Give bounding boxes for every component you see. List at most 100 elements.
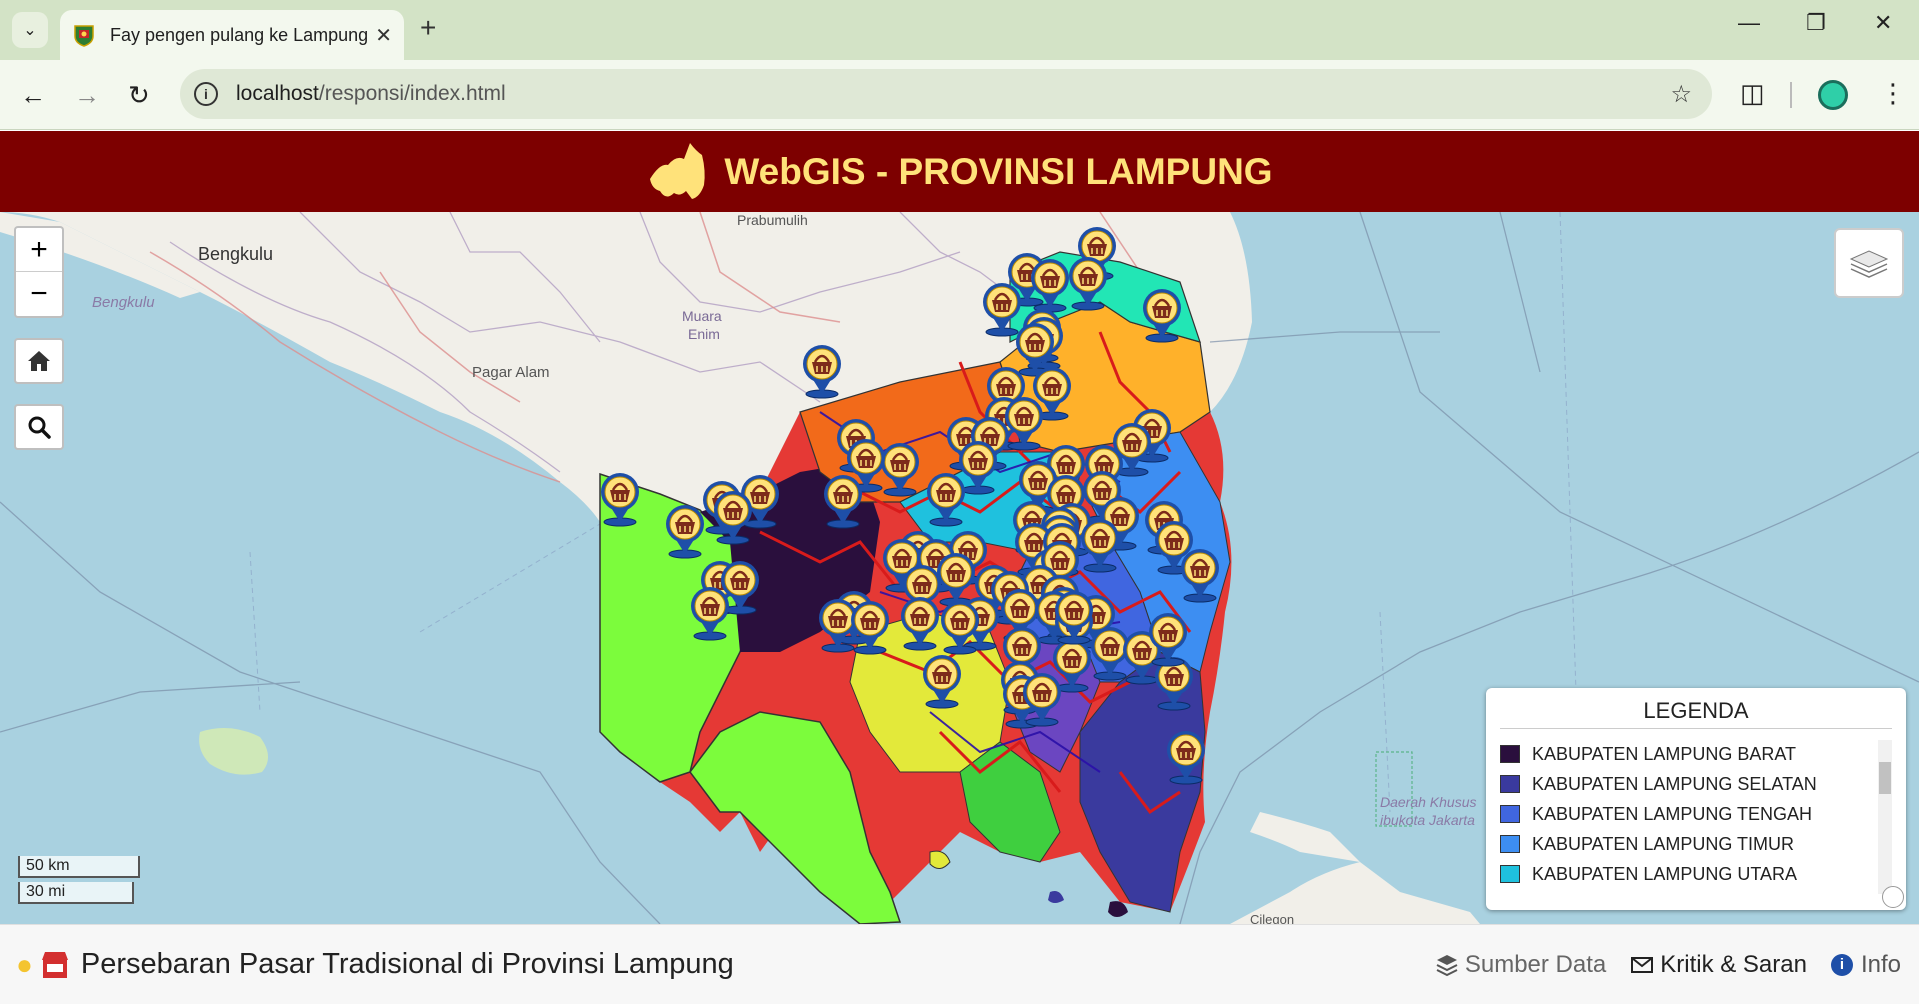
store-icon bbox=[41, 951, 68, 978]
market-marker-icon[interactable] bbox=[920, 652, 964, 710]
forward-button[interactable]: → bbox=[74, 80, 100, 111]
kritik-saran-link[interactable]: Kritik & Saran bbox=[1630, 951, 1807, 979]
more-menu-icon[interactable]: ⋮ bbox=[1880, 78, 1906, 109]
kritik-saran-label: Kritik & Saran bbox=[1660, 950, 1807, 978]
legend-swatch bbox=[1500, 745, 1520, 763]
home-icon bbox=[28, 351, 50, 371]
legend-item: KABUPATEN LAMPUNG UTARA bbox=[1500, 859, 1892, 889]
market-marker-icon[interactable] bbox=[848, 598, 892, 656]
url-text: localhost/responsi/index.html bbox=[236, 82, 506, 105]
footer-title: Persebaran Pasar Tradisional di Provinsi… bbox=[80, 948, 734, 980]
legend-item: KABUPATEN LAMPUNG TENGAH bbox=[1500, 799, 1892, 829]
market-marker-icon[interactable] bbox=[938, 598, 982, 656]
map-label-prabumulih: Prabumulih bbox=[737, 212, 808, 228]
extensions-icon[interactable]: ◫ bbox=[1740, 78, 1765, 109]
back-button[interactable]: ← bbox=[20, 80, 46, 111]
market-marker-icon[interactable] bbox=[1066, 254, 1110, 312]
lampung-emblem-icon bbox=[74, 25, 94, 47]
map-label-cilegon: Cilegon bbox=[1250, 912, 1295, 924]
map-label-bengkulu-city: Bengkulu bbox=[198, 244, 274, 264]
map-viewport[interactable]: Bengkulu Bengkulu Prabumulih Muara Enim … bbox=[0, 212, 1919, 924]
toolbar-divider bbox=[1790, 82, 1792, 108]
market-marker-icon[interactable] bbox=[924, 470, 968, 528]
sumber-data-label: Sumber Data bbox=[1464, 950, 1607, 978]
market-marker-icon[interactable] bbox=[1164, 728, 1208, 786]
legend-swatch bbox=[1500, 835, 1520, 853]
map-label-daerah-khusus-2: ibukota Jakarta bbox=[1380, 812, 1475, 828]
map-label-muara-enim-2: Enim bbox=[688, 326, 720, 342]
sumber-data-link[interactable]: Sumber Data bbox=[1435, 951, 1606, 979]
info-link[interactable]: i Info bbox=[1830, 950, 1901, 979]
market-marker-icon[interactable] bbox=[688, 584, 732, 642]
info-label: Info bbox=[1860, 950, 1901, 978]
map-label-pagar-alam: Pagar Alam bbox=[472, 364, 550, 381]
browser-tab[interactable]: Fay pengen pulang ke Lampung ✕ bbox=[60, 10, 404, 60]
market-marker-icon[interactable] bbox=[1052, 588, 1096, 646]
legend-swatch bbox=[1500, 775, 1520, 793]
market-marker-icon[interactable] bbox=[800, 342, 844, 400]
app-title: WebGIS - PROVINSI LAMPUNG bbox=[724, 150, 1273, 192]
legend-item: KABUPATEN LAMPUNG BARAT bbox=[1500, 739, 1892, 769]
address-bar[interactable]: i localhost/responsi/index.html ☆ bbox=[180, 69, 1712, 119]
market-marker-icon[interactable] bbox=[821, 472, 865, 530]
legend-item-label: KABUPATEN LAMPUNG SELATAN bbox=[1532, 773, 1817, 794]
legend-item-label: KABUPATEN LAMPUNG TIMUR bbox=[1532, 833, 1795, 854]
info-icon: i bbox=[1830, 953, 1853, 976]
market-marker-icon[interactable] bbox=[598, 470, 642, 528]
market-marker-icon[interactable] bbox=[1078, 516, 1122, 574]
legend-swatch bbox=[1500, 865, 1520, 883]
close-icon[interactable]: ✕ bbox=[375, 23, 392, 48]
legend-swatch bbox=[1500, 805, 1520, 823]
browser-toolbar: ← → ↻ i localhost/responsi/index.html ☆ … bbox=[0, 60, 1919, 130]
app-header: WebGIS - PROVINSI LAMPUNG bbox=[0, 131, 1919, 212]
market-marker-icon[interactable] bbox=[1146, 610, 1190, 668]
tab-search-button[interactable]: ⌄ bbox=[12, 12, 48, 48]
bookmark-star-icon[interactable]: ☆ bbox=[1670, 80, 1692, 109]
footer-bar: ● Persebaran Pasar Tradisional di Provin… bbox=[0, 924, 1919, 1004]
market-marker-icon[interactable] bbox=[898, 594, 942, 652]
tab-title: Fay pengen pulang ke Lampung bbox=[110, 24, 369, 45]
browser-tabstrip: ⌄ Fay pengen pulang ke Lampung ✕ + — ❐ ✕ bbox=[0, 0, 1919, 60]
legend-scrollbar[interactable] bbox=[1878, 740, 1892, 894]
layers-icon bbox=[1849, 250, 1889, 278]
minimize-button[interactable]: — bbox=[1738, 10, 1760, 36]
zoom-in-button[interactable]: + bbox=[16, 228, 62, 272]
envelope-icon bbox=[1631, 956, 1654, 973]
market-marker-icon[interactable] bbox=[663, 502, 707, 560]
search-icon bbox=[28, 416, 51, 439]
search-button[interactable] bbox=[14, 404, 64, 450]
chevron-down-icon: ⌄ bbox=[23, 22, 37, 39]
layers-icon bbox=[1436, 954, 1458, 976]
market-marker-icon[interactable] bbox=[711, 488, 755, 546]
resize-handle[interactable] bbox=[1882, 886, 1904, 908]
site-info-icon[interactable]: i bbox=[194, 82, 218, 106]
pin-icon: ● bbox=[16, 948, 33, 980]
profile-avatar[interactable] bbox=[1818, 80, 1848, 110]
scale-imperial: 30 mi bbox=[18, 882, 134, 904]
legend-list[interactable]: KABUPATEN LAMPUNG BARAT KABUPATEN LAMPUN… bbox=[1500, 739, 1892, 899]
legend-item-label: KABUPATEN LAMPUNG TENGAH bbox=[1532, 803, 1813, 824]
layers-control-button[interactable] bbox=[1834, 228, 1904, 298]
restore-button[interactable]: ❐ bbox=[1806, 10, 1826, 36]
home-button[interactable] bbox=[14, 338, 64, 384]
map-label-daerah-khusus-1: Daerah Khusus bbox=[1380, 794, 1477, 810]
legend-scroll-thumb[interactable] bbox=[1879, 762, 1891, 794]
legend-item-label: KABUPATEN LAMPUNG UTARA bbox=[1532, 863, 1798, 884]
lampung-map-logo-icon bbox=[650, 142, 706, 199]
zoom-out-button[interactable]: − bbox=[16, 272, 62, 316]
market-marker-icon[interactable] bbox=[1020, 670, 1064, 728]
legend-item: KABUPATEN LAMPUNG SELATAN bbox=[1500, 769, 1892, 799]
market-marker-icon[interactable] bbox=[1140, 286, 1184, 344]
reload-button[interactable]: ↻ bbox=[128, 80, 150, 111]
legend-item-label: KABUPATEN LAMPUNG BARAT bbox=[1532, 743, 1797, 764]
new-tab-button[interactable]: + bbox=[420, 12, 436, 44]
scale-metric: 50 km bbox=[18, 856, 140, 878]
close-window-button[interactable]: ✕ bbox=[1874, 10, 1892, 36]
market-marker-icon[interactable] bbox=[1178, 546, 1222, 604]
legend-title: LEGENDA bbox=[1500, 698, 1892, 729]
map-label-muara-enim-1: Muara bbox=[682, 308, 722, 324]
legend-item: KABUPATEN LAMPUNG TIMUR bbox=[1500, 829, 1892, 859]
map-label-bengkulu-region: Bengkulu bbox=[92, 294, 155, 311]
map-legend: LEGENDA KABUPATEN LAMPUNG BARAT KABUPATE… bbox=[1486, 688, 1906, 910]
zoom-control: + − bbox=[14, 226, 64, 318]
